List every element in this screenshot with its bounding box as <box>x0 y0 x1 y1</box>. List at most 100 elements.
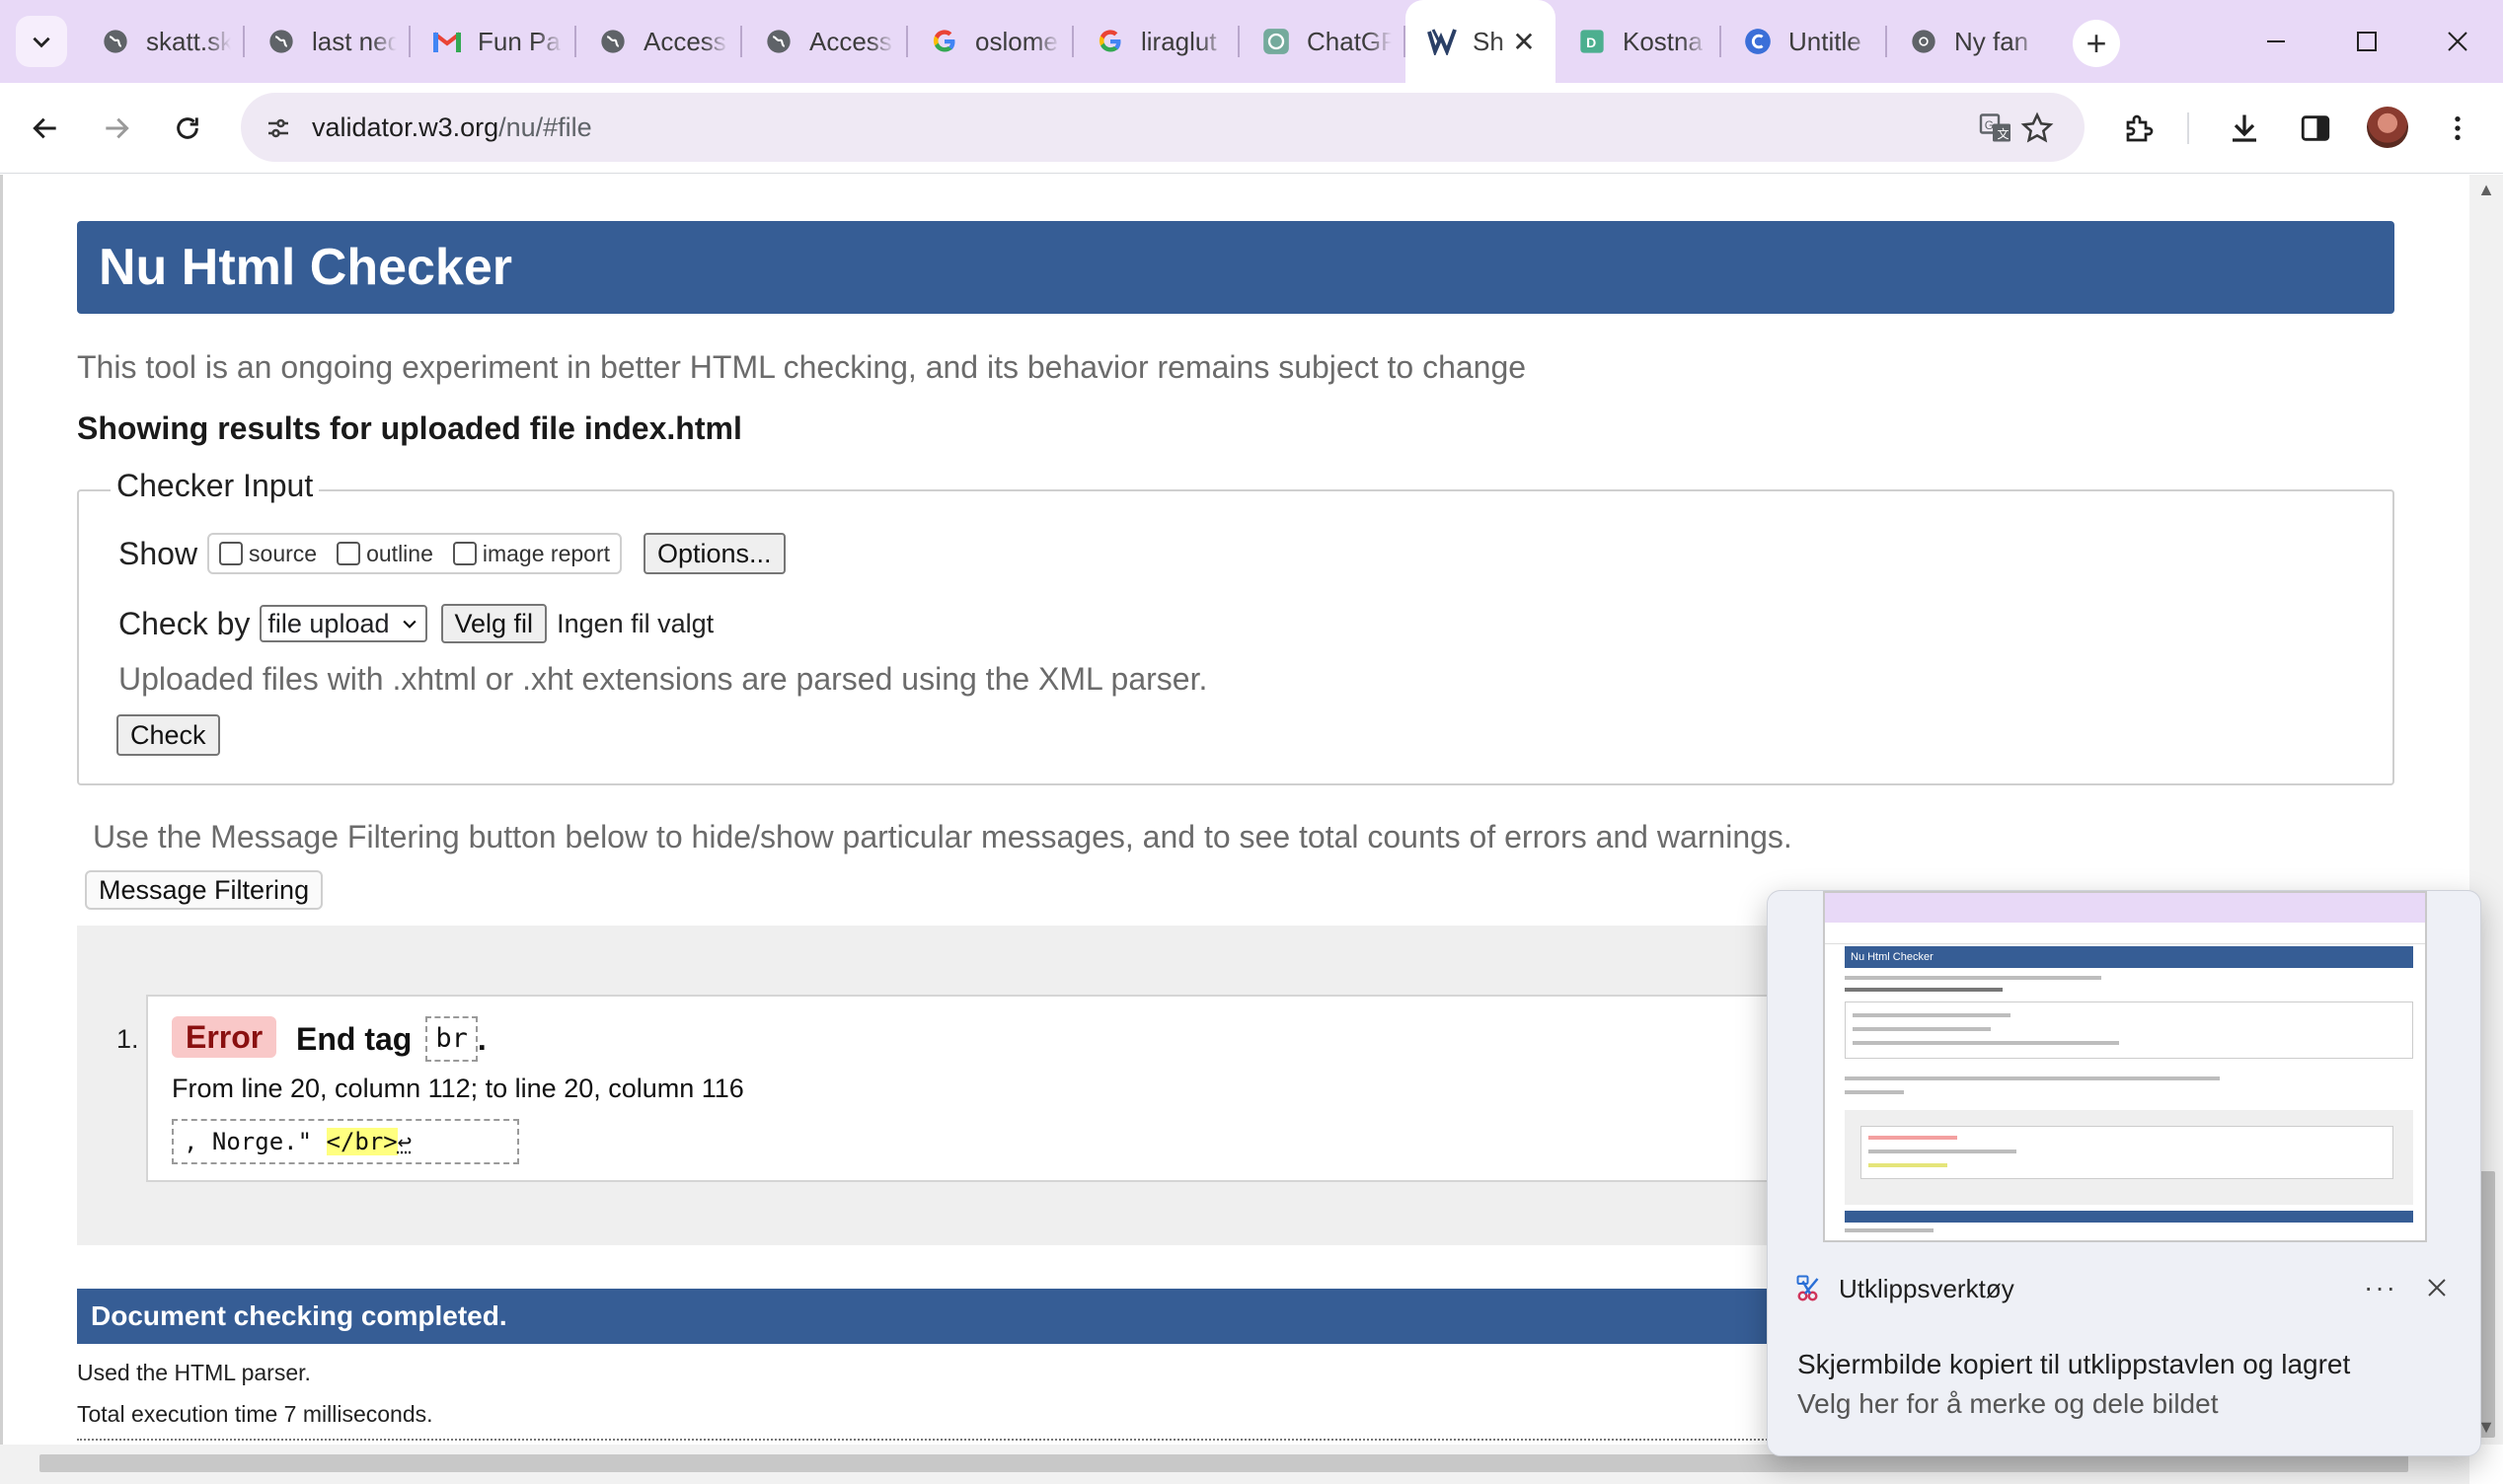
message-number: 1. <box>116 1024 139 1054</box>
w3c-validator-icon <box>1427 27 1457 56</box>
notification-title: Skjermbilde kopiert til utklippstavlen o… <box>1797 1349 2351 1379</box>
globe-icon <box>764 27 794 56</box>
puzzle-icon <box>2126 114 2154 142</box>
tab-validator-active[interactable]: Sh ✕ <box>1405 0 1555 83</box>
tab-new-tab[interactable]: Ny fan <box>1887 0 2053 83</box>
tab-title: oslome <box>975 26 1058 56</box>
show-options-row: Show source outline image report Options… <box>118 533 786 574</box>
notification-subtitle: Velg her for å merke og dele bildet <box>1797 1388 2219 1419</box>
tab-title: skatt.sk <box>146 26 231 56</box>
notification-close-button[interactable] <box>2417 1268 2457 1307</box>
error-badge: Error <box>172 1016 277 1058</box>
globe-icon <box>101 27 130 56</box>
doc-icon: D <box>1577 27 1607 56</box>
translate-icon[interactable]: G文 <box>1976 109 2015 148</box>
tab-strip: skatt.sk last ned Fun Pa Access Access o… <box>0 0 2503 83</box>
canva-icon <box>1743 27 1773 56</box>
message-filtering-button[interactable]: Message Filtering <box>85 870 324 910</box>
tab-skatt[interactable]: skatt.sk <box>79 0 245 83</box>
tab-access-2[interactable]: Access <box>742 0 908 83</box>
tab-title: Access <box>644 26 726 56</box>
error-location[interactable]: From line 20, column 112; to line 20, co… <box>172 1074 744 1104</box>
tab-gmail[interactable]: Fun Pa <box>411 0 576 83</box>
thumbnail-page-title: Nu Html Checker <box>1845 946 2413 968</box>
close-window-button[interactable] <box>2412 0 2503 83</box>
horizontal-scroll-thumb[interactable] <box>39 1454 2408 1472</box>
extensions-button[interactable] <box>2116 105 2163 152</box>
tab-title: Fun Pa <box>478 26 561 56</box>
close-icon <box>2448 32 2467 51</box>
xml-parser-note: Uploaded files with .xhtml or .xht exten… <box>118 661 1208 697</box>
page-title: Nu Html Checker <box>77 221 2394 314</box>
check-button[interactable]: Check <box>116 714 220 756</box>
tab-untitled[interactable]: Untitle <box>1721 0 1887 83</box>
snipping-tool-notification[interactable]: Nu Html Checker Utklippsverktøy ··· Skje… <box>1767 890 2481 1456</box>
screenshot-thumbnail[interactable]: Nu Html Checker <box>1823 891 2427 1242</box>
tab-access-1[interactable]: Access <box>576 0 742 83</box>
show-source-option[interactable]: source <box>219 541 317 567</box>
reload-button[interactable] <box>162 103 213 154</box>
address-bar[interactable]: validator.w3.org/nu/#file G文 <box>241 93 2085 162</box>
show-label: Show <box>118 535 198 571</box>
forward-button[interactable] <box>91 103 142 154</box>
tab-google-oslome[interactable]: oslome <box>908 0 1074 83</box>
scroll-up-arrow-icon[interactable]: ▲ <box>2477 181 2495 198</box>
menu-button[interactable] <box>2434 105 2481 152</box>
image-report-checkbox[interactable] <box>452 542 477 565</box>
svg-text:D: D <box>1586 35 1596 50</box>
tab-last-ned[interactable]: last ned <box>245 0 411 83</box>
gmail-icon <box>432 27 462 56</box>
downloads-button[interactable] <box>2221 105 2268 152</box>
google-icon <box>1096 27 1125 56</box>
browser-toolbar: validator.w3.org/nu/#file G文 <box>0 83 2503 174</box>
minimize-icon <box>2267 40 2285 42</box>
snipping-tool-icon <box>1796 1275 1819 1301</box>
new-tab-button[interactable]: + <box>2073 20 2120 67</box>
source-checkbox[interactable] <box>219 542 244 565</box>
tab-chatgpt[interactable]: ChatGP <box>1240 0 1405 83</box>
url-text: validator.w3.org/nu/#file <box>312 112 592 142</box>
side-panel-button[interactable] <box>2292 105 2339 152</box>
return-symbol: ↩ <box>397 1128 413 1155</box>
notification-app-name: Utklippsverktøy <box>1839 1273 2014 1303</box>
arrow-left-icon <box>33 117 56 139</box>
show-outline-option[interactable]: outline <box>337 541 433 567</box>
site-info-icon[interactable] <box>261 111 296 146</box>
tab-google-liraglut[interactable]: liraglut <box>1074 0 1240 83</box>
checker-input-legend: Checker Input <box>111 468 320 504</box>
tab-title: last ned <box>312 26 397 56</box>
tab-title: ChatGP <box>1307 26 1392 56</box>
tab-title: Ny fan <box>1954 26 2029 56</box>
google-icon <box>930 27 959 56</box>
arrow-right-icon <box>106 117 129 139</box>
options-button[interactable]: Options... <box>644 533 786 574</box>
tab-title: Access <box>809 26 892 56</box>
tab-title: liraglut <box>1141 26 1217 56</box>
tab-kostnad[interactable]: D Kostna <box>1555 0 1721 83</box>
bookmark-star-icon[interactable] <box>2017 109 2057 148</box>
globe-icon <box>266 27 296 56</box>
execution-time-text: Total execution time 7 milliseconds. <box>77 1401 433 1427</box>
chrome-icon <box>1909 27 1938 56</box>
check-by-row: Check by file upload Velg fil Ingen fil … <box>118 604 714 643</box>
profile-avatar[interactable] <box>2367 107 2408 148</box>
choose-file-button[interactable]: Velg fil <box>440 604 548 643</box>
intro-text: This tool is an ongoing experiment in be… <box>77 349 1527 385</box>
more-options-icon[interactable]: ··· <box>2364 1272 2397 1303</box>
error-title: End tag br . <box>296 1016 487 1062</box>
parser-used-text: Used the HTML parser. <box>77 1360 311 1385</box>
outline-checkbox[interactable] <box>337 542 361 565</box>
extract-highlight: </br> <box>326 1128 398 1155</box>
check-by-select[interactable]: file upload <box>260 605 427 642</box>
show-image-report-option[interactable]: image report <box>452 541 610 567</box>
svg-text:G: G <box>1985 118 1994 132</box>
reload-icon <box>177 117 198 139</box>
tab-search-button[interactable] <box>16 16 67 67</box>
side-panel-icon <box>2301 115 2330 141</box>
tab-list: skatt.sk last ned Fun Pa Access Access o… <box>79 0 2053 83</box>
minimize-button[interactable] <box>2231 0 2321 83</box>
tab-title: Untitle <box>1788 26 1861 56</box>
tab-close-icon[interactable]: ✕ <box>1508 26 1540 57</box>
back-button[interactable] <box>20 103 71 154</box>
maximize-button[interactable] <box>2321 0 2412 83</box>
